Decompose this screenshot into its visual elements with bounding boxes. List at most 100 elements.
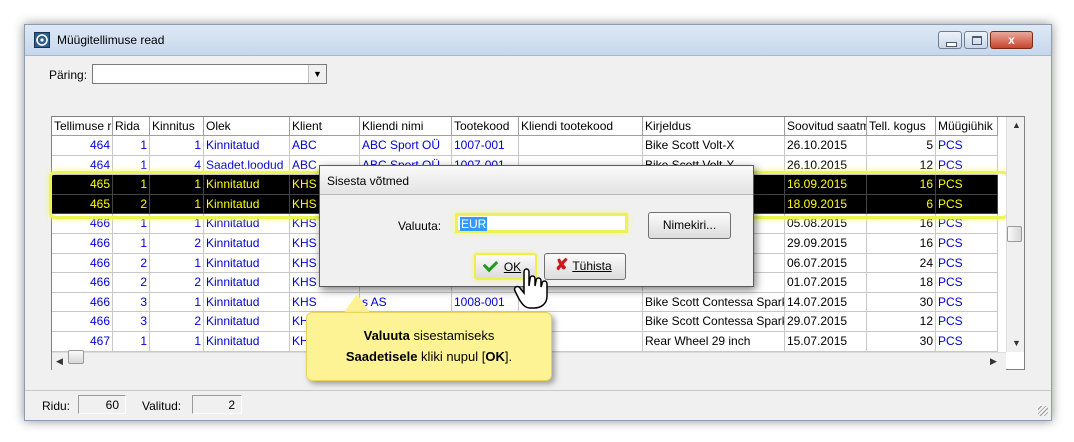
cell-unit[interactable]: PCS <box>936 155 998 176</box>
column-header[interactable]: Tootekood <box>452 117 519 136</box>
cell-unit[interactable]: PCS <box>936 312 998 332</box>
cell-unit[interactable]: PCS <box>936 292 998 313</box>
cell-qty[interactable]: 6 <box>867 194 936 215</box>
cell-client-name[interactable]: ABC Sport OÜ <box>360 136 452 156</box>
minimize-icon[interactable] <box>938 31 962 49</box>
cell-line[interactable]: 1 <box>113 332 150 352</box>
scroll-right-icon[interactable]: ▶ <box>990 356 997 367</box>
cell-order[interactable]: 466 <box>52 292 113 313</box>
cell-qty[interactable]: 12 <box>867 312 936 332</box>
column-header[interactable]: Kirjeldus <box>643 117 785 136</box>
cell-confirm[interactable]: 1 <box>150 292 204 313</box>
cell-confirm[interactable]: 2 <box>150 234 204 254</box>
cell-qty[interactable]: 5 <box>867 136 936 156</box>
currency-input[interactable]: EUR <box>455 213 628 233</box>
cell-unit[interactable]: PCS <box>936 273 998 293</box>
resize-grip-icon[interactable] <box>1038 406 1048 416</box>
cell-unit[interactable]: PCS <box>936 194 998 215</box>
cell-status[interactable]: Kinnitatud <box>204 194 290 215</box>
column-header[interactable]: Kliendi tootekood <box>519 117 643 136</box>
cell-order[interactable]: 465 <box>52 175 113 195</box>
cell-product[interactable]: 1007-001 <box>452 136 519 156</box>
cell-status[interactable]: Kinnitatud <box>204 312 290 332</box>
cell-status[interactable]: Kinnitatud <box>204 332 290 352</box>
cell-status[interactable]: Kinnitatud <box>204 175 290 195</box>
cell-confirm[interactable]: 1 <box>150 214 204 234</box>
column-header[interactable]: Rida <box>113 117 150 136</box>
cell-client-name[interactable]: s AS <box>360 292 452 313</box>
cell-status[interactable]: Kinnitatud <box>204 253 290 274</box>
cell-order[interactable]: 464 <box>52 155 113 176</box>
table-row[interactable]: 464 1 1 Kinnitatud ABC ABC Sport OÜ 1007-001 Bi… <box>52 136 1006 156</box>
dialog-title-bar[interactable]: Sisesta võtmed <box>320 166 753 195</box>
cell-qty[interactable]: 16 <box>867 234 936 254</box>
scroll-down-icon[interactable]: ▼ <box>1012 338 1021 348</box>
cell-status[interactable]: Kinnitatud <box>204 136 290 156</box>
cell-confirm[interactable]: 1 <box>150 194 204 215</box>
cell-unit[interactable]: PCS <box>936 214 998 234</box>
cell-client[interactable]: ABC <box>290 136 360 156</box>
horizontal-scroll-thumb[interactable] <box>68 350 84 364</box>
cell-description[interactable]: Bike Scott Contessa Spark <box>643 312 785 332</box>
cell-status[interactable]: Kinnitatud <box>204 234 290 254</box>
vertical-scroll-thumb[interactable] <box>1007 226 1022 242</box>
cell-date[interactable]: 26.10.2015 <box>785 155 867 176</box>
scroll-up-icon[interactable]: ▲ <box>1012 120 1021 130</box>
cell-qty[interactable]: 16 <box>867 214 936 234</box>
cell-product[interactable]: 1008-001 <box>452 292 519 313</box>
cell-description[interactable]: Bike Scott Contessa Spark <box>643 292 785 313</box>
cell-line[interactable]: 1 <box>113 234 150 254</box>
cell-order[interactable]: 466 <box>52 253 113 274</box>
cell-date[interactable]: 29.09.2015 <box>785 234 867 254</box>
cell-line[interactable]: 1 <box>113 175 150 195</box>
cell-order[interactable]: 466 <box>52 234 113 254</box>
cancel-button[interactable]: ✘ Tühista <box>544 253 626 280</box>
cell-line[interactable]: 1 <box>113 155 150 176</box>
cell-line[interactable]: 2 <box>113 194 150 215</box>
column-header[interactable]: Klient <box>290 117 360 136</box>
cell-order[interactable]: 466 <box>52 214 113 234</box>
cell-date[interactable]: 14.07.2015 <box>785 292 867 313</box>
cell-date[interactable]: 18.09.2015 <box>785 194 867 215</box>
cell-confirm[interactable]: 1 <box>150 253 204 274</box>
cell-qty[interactable]: 30 <box>867 332 936 352</box>
cell-qty[interactable]: 12 <box>867 155 936 176</box>
cell-date[interactable]: 01.07.2015 <box>785 273 867 293</box>
cell-order[interactable]: 466 <box>52 273 113 293</box>
cell-status[interactable]: Kinnitatud <box>204 273 290 293</box>
cell-date[interactable]: 16.09.2015 <box>785 175 867 195</box>
cell-order[interactable]: 465 <box>52 194 113 215</box>
maximize-icon[interactable] <box>964 31 988 49</box>
cell-line[interactable]: 1 <box>113 136 150 156</box>
cell-unit[interactable]: PCS <box>936 136 998 156</box>
cell-description[interactable]: Bike Scott Volt-X <box>643 136 785 156</box>
column-header[interactable]: Tell. kogus <box>867 117 936 136</box>
cell-date[interactable]: 29.07.2015 <box>785 312 867 332</box>
cell-client-product[interactable] <box>519 136 643 156</box>
cell-description[interactable]: Rear Wheel 29 inch <box>643 332 785 352</box>
column-header[interactable]: Müügiühik <box>936 117 998 136</box>
cell-line[interactable]: 1 <box>113 214 150 234</box>
cell-line[interactable]: 2 <box>113 253 150 274</box>
cell-qty[interactable]: 18 <box>867 273 936 293</box>
column-header[interactable]: Tellimuse r <box>52 117 113 136</box>
cell-confirm[interactable]: 2 <box>150 273 204 293</box>
column-header[interactable]: Kinnitus <box>150 117 204 136</box>
cell-order[interactable]: 467 <box>52 332 113 352</box>
cell-confirm[interactable]: 4 <box>150 155 204 176</box>
cell-status[interactable]: Kinnitatud <box>204 292 290 313</box>
cell-confirm[interactable]: 2 <box>150 312 204 332</box>
cell-date[interactable]: 05.08.2015 <box>785 214 867 234</box>
cell-line[interactable]: 3 <box>113 312 150 332</box>
list-button[interactable]: Nimekiri... <box>648 212 731 239</box>
close-icon[interactable]: x <box>990 31 1033 49</box>
cell-qty[interactable]: 30 <box>867 292 936 313</box>
cell-qty[interactable]: 16 <box>867 175 936 195</box>
title-bar[interactable]: Müügitellimuse read x <box>25 25 1051 56</box>
column-header[interactable]: Soovitud saatm <box>785 117 867 136</box>
cell-order[interactable]: 464 <box>52 136 113 156</box>
cell-confirm[interactable]: 1 <box>150 136 204 156</box>
cell-confirm[interactable]: 1 <box>150 175 204 195</box>
column-header[interactable]: Olek <box>204 117 290 136</box>
cell-date[interactable]: 15.07.2015 <box>785 332 867 352</box>
